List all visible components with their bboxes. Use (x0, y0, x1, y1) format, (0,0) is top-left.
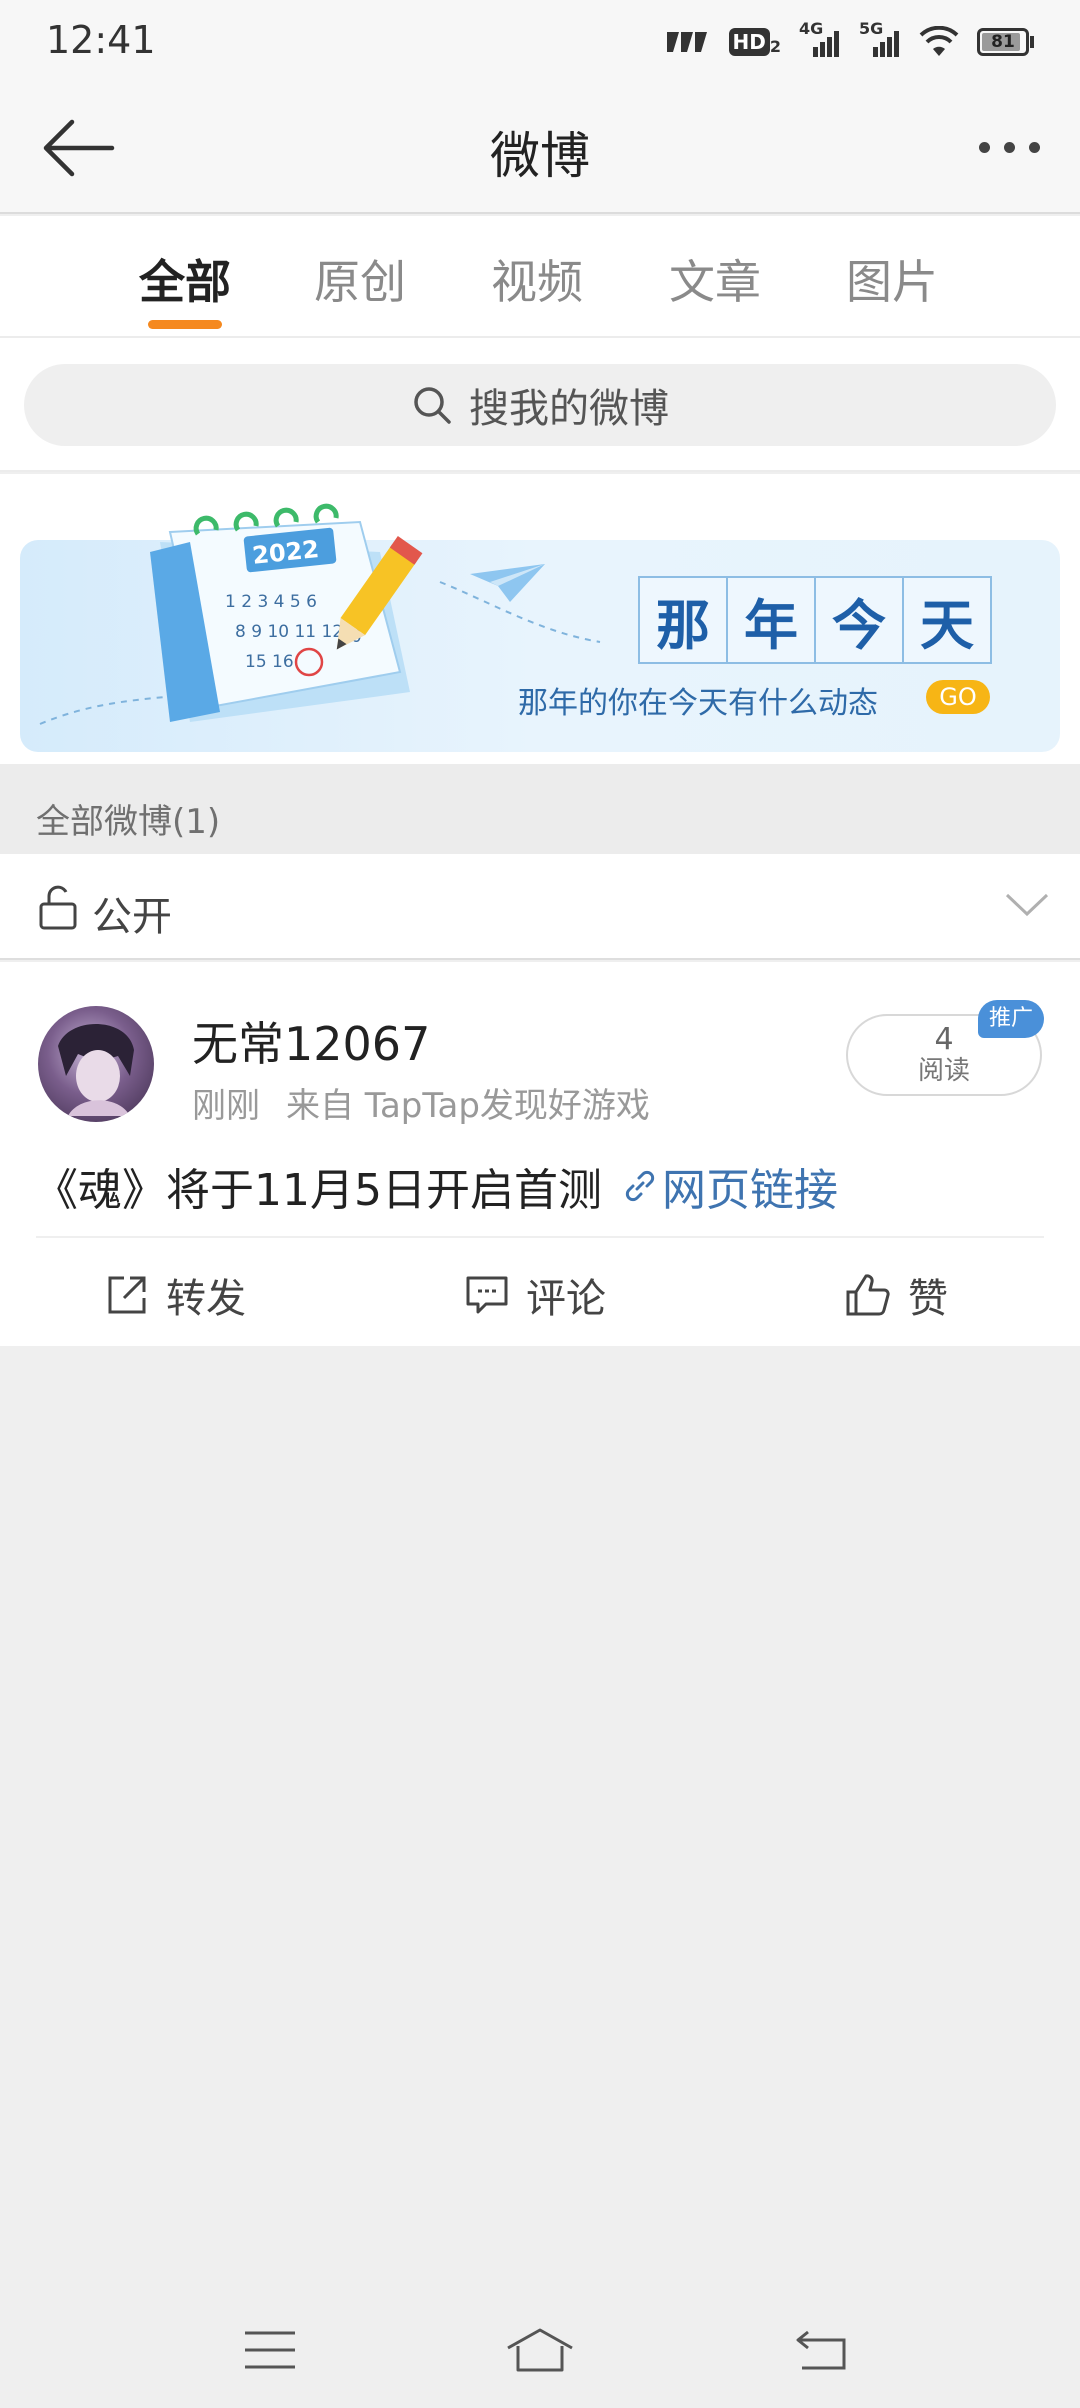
weibo-post: 无常12067 刚刚 来自 TapTap发现好游戏 4 阅读 推广 《魂》将于1… (0, 962, 1080, 1346)
svg-text:1 2 3 4 5 6: 1 2 3 4 5 6 (225, 592, 317, 612)
thumbs-up-icon (846, 1274, 890, 1316)
post-username[interactable]: 无常12067 (192, 1008, 430, 1074)
wifi-icon (919, 26, 959, 56)
comment-button[interactable]: 评论 (464, 1266, 606, 1324)
nav-bar: 微博 (0, 82, 1080, 214)
menu-icon (245, 2331, 295, 2369)
svg-text:15 16: 15 16 (245, 652, 294, 672)
svg-text:8 9 10 11 12: 8 9 10 11 12 (235, 622, 343, 642)
page-title: 微博 (490, 127, 590, 185)
link-icon (625, 1170, 655, 1202)
promote-badge[interactable]: 推广 (978, 1000, 1044, 1038)
signal-5g-icon: 5G (859, 19, 901, 59)
read-label: 阅读 (917, 1056, 970, 1086)
post-body: 《魂》将于11月5日开启首测 (34, 1165, 602, 1216)
search-icon (414, 387, 451, 424)
home-button[interactable] (500, 2320, 580, 2380)
avatar[interactable] (38, 1006, 154, 1122)
post-source[interactable]: 来自 TapTap发现好游戏 (286, 1078, 650, 1127)
repost-button[interactable]: 转发 (104, 1266, 246, 1324)
comment-icon (466, 1276, 508, 1314)
share-icon (108, 1276, 146, 1314)
active-tab-indicator (148, 320, 222, 329)
home-icon (507, 2328, 573, 2372)
post-count-label: 全部微博(1) (36, 802, 221, 842)
status-bar: 12:41 HD 2 4G 5G 81 (0, 0, 1080, 82)
filter-tabs: 全部 原创 视频 文章 图片 (0, 216, 1080, 338)
banner-section: 2022 1 2 3 4 5 6 8 9 10 11 12 15 16 20 (0, 474, 1080, 764)
on-this-day-banner[interactable]: 2022 1 2 3 4 5 6 8 9 10 11 12 15 16 20 (20, 503, 1060, 752)
tab-video[interactable]: 视频 (477, 246, 597, 312)
system-nav-bar (0, 2300, 1080, 2408)
web-link-label: 网页链接 (661, 1165, 838, 1216)
banner-subtitle: 那年的你在今天有什么动态 (518, 686, 878, 721)
tab-picture[interactable]: 图片 (832, 246, 952, 312)
unlock-icon (39, 885, 77, 930)
avatar-image (58, 1023, 134, 1116)
status-time: 12:41 (46, 18, 156, 62)
banner-go-button[interactable]: GO (926, 680, 990, 714)
tab-original[interactable]: 原创 (300, 246, 420, 312)
status-icons: HD 2 4G 5G 81 (665, 19, 1034, 62)
post-actions: 转发 评论 赞 (0, 1238, 1080, 1346)
chevron-down-icon (1005, 893, 1049, 917)
vibrate-icon (666, 32, 707, 52)
signal-4g-icon: 4G (799, 19, 841, 59)
battery-icon: 81 (977, 28, 1034, 56)
privacy-filter[interactable]: 公开 (0, 854, 1080, 960)
more-dots-icon (978, 141, 990, 153)
back-system-button[interactable] (782, 2320, 862, 2380)
web-link[interactable]: 网页链接 (622, 1154, 838, 1218)
like-button[interactable]: 赞 (844, 1266, 948, 1324)
post-text: 《魂》将于11月5日开启首测 网页链接 (34, 1154, 838, 1218)
more-button[interactable] (964, 122, 1054, 172)
search-input[interactable]: 搜我的微博 (24, 364, 1056, 446)
return-icon (796, 2330, 846, 2370)
search-section: 搜我的微博 (0, 338, 1080, 472)
menu-button[interactable] (230, 2320, 310, 2380)
tab-all[interactable]: 全部 (125, 246, 245, 312)
tab-article[interactable]: 文章 (655, 246, 775, 312)
section-header: 全部微博(1) (0, 764, 1080, 854)
post-meta: 刚刚 来自 TapTap发现好游戏 (192, 1078, 650, 1127)
post-time: 刚刚 (192, 1086, 260, 1126)
banner-title: 那 年 今 天 (638, 576, 992, 664)
privacy-label: 公开 (92, 894, 172, 940)
search-placeholder: 搜我的微博 (469, 386, 669, 432)
hd-icon: HD 2 (728, 28, 781, 56)
